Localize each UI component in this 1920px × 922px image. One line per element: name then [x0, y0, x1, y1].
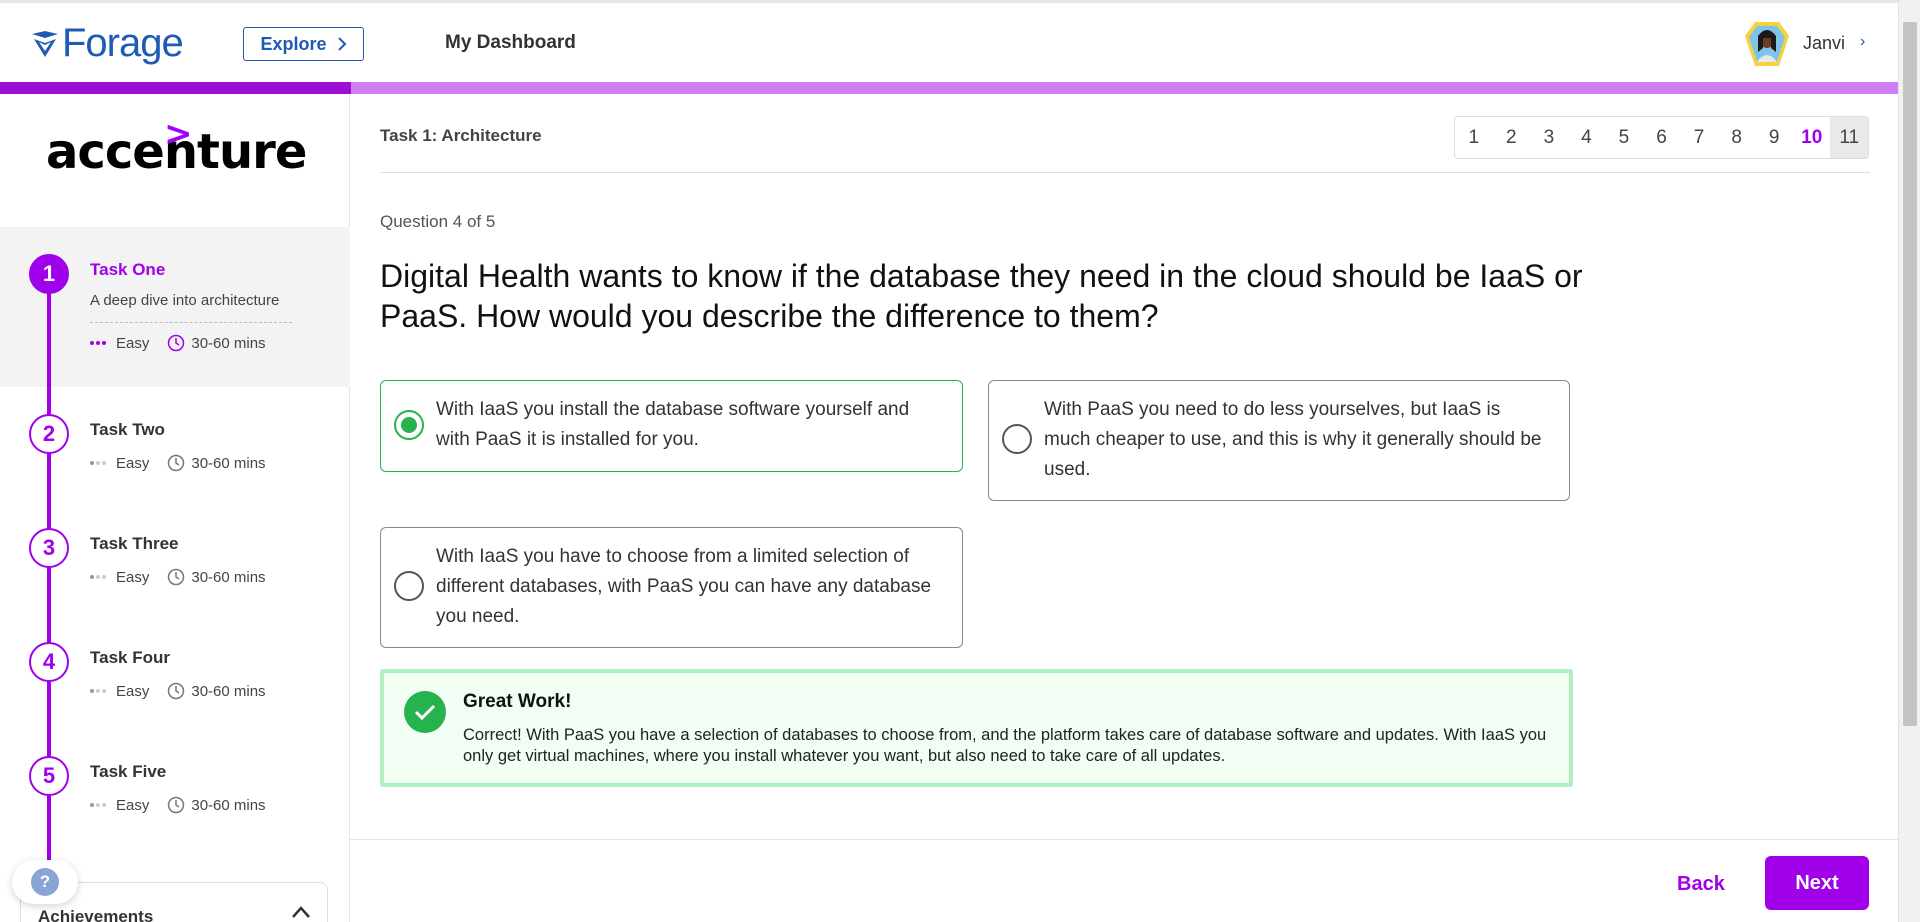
clock-icon [168, 796, 185, 814]
feedback-title: Great Work! [463, 691, 572, 712]
help-button[interactable]: ? [12, 860, 78, 904]
task-difficulty: Easy [116, 454, 150, 472]
task-title: Task Five [90, 762, 167, 781]
task-subtitle: A deep dive into architecture [90, 292, 280, 309]
task-title: Task Two [90, 420, 165, 439]
task-difficulty: Easy [116, 568, 150, 586]
page-number-4[interactable]: 4 [1568, 117, 1606, 158]
checkmark-icon [404, 691, 446, 733]
difficulty-dots-icon [90, 575, 106, 579]
question-text: Digital Health wants to know if the data… [380, 258, 1583, 334]
task-header: Task 1: Architecture [380, 126, 542, 145]
scrollbar-thumb[interactable] [1903, 22, 1917, 726]
forage-logo-text: Forage [62, 21, 184, 65]
page-number-3[interactable]: 3 [1530, 117, 1568, 158]
top-header: Forage Explore My Dashboard Janvi › [0, 0, 1898, 82]
page-number-2[interactable]: 2 [1493, 117, 1531, 158]
task-divider [90, 322, 292, 323]
task-title: Task One [90, 260, 166, 279]
task-difficulty: Easy [116, 796, 150, 814]
main-content: Task 1: Architecture 1 2 3 4 5 6 7 8 9 10 11 Quest… [350, 94, 1898, 922]
chevron-right-icon [337, 37, 346, 51]
clock-icon [168, 334, 185, 352]
answer-option-3[interactable]: With IaaS you have to choose from a limi… [380, 527, 963, 648]
task-sidebar: > accenture 1 Task One A deep dive into … [0, 94, 350, 922]
task-difficulty: Easy [116, 682, 150, 700]
page-number-11[interactable]: 11 [1830, 117, 1868, 158]
task-duration: 30-60 mins [191, 334, 266, 352]
page-number-6[interactable]: 6 [1643, 117, 1681, 158]
answer-feedback: Great Work! Correct! With PaaS you have … [380, 669, 1573, 787]
explore-label: Explore [260, 33, 327, 54]
answer-option-2[interactable]: With PaaS you need to do less yourselves… [988, 380, 1570, 501]
difficulty-dots-icon [90, 803, 106, 807]
task-meta: Easy 30-60 mins [90, 796, 266, 814]
difficulty-dots-icon [90, 461, 106, 465]
back-button[interactable]: Back [1677, 873, 1725, 896]
header-divider [380, 172, 1870, 173]
radio-button[interactable] [394, 410, 424, 440]
user-avatar[interactable] [1743, 20, 1791, 68]
page-number-8[interactable]: 8 [1718, 117, 1756, 158]
achievements-label: Achievements [38, 907, 154, 922]
company-logo: > accenture [46, 114, 307, 180]
question-pager: 1 2 3 4 5 6 7 8 9 10 11 [1454, 116, 1869, 159]
clock-icon [168, 568, 185, 586]
forage-logo-icon [32, 30, 58, 57]
task-duration: 30-60 mins [191, 796, 266, 814]
my-dashboard-link[interactable]: My Dashboard [445, 32, 576, 54]
page-number-10[interactable]: 10 [1793, 117, 1831, 158]
answer-option-1[interactable]: With IaaS you install the database softw… [380, 380, 963, 472]
difficulty-dots-icon [90, 341, 106, 345]
task-number-badge: 5 [29, 756, 69, 796]
chevron-up-icon[interactable] [291, 905, 311, 919]
explore-button[interactable]: Explore [243, 27, 364, 61]
forage-logo[interactable]: Forage [30, 21, 184, 66]
task-timeline [47, 274, 51, 904]
navigation-footer: Back Next [350, 839, 1898, 922]
task-meta: Easy 30-60 mins [90, 454, 266, 472]
question-counter: Question 4 of 5 [380, 212, 496, 231]
task-title: Task Four [90, 648, 170, 667]
question-mark-icon: ? [31, 868, 59, 896]
difficulty-dots-icon [90, 689, 106, 693]
user-menu-chevron-icon[interactable]: › [1860, 33, 1865, 51]
answer-option-text: With PaaS you need to do less yourselves… [1044, 399, 1542, 480]
clock-icon [168, 454, 185, 472]
task-number-badge: 2 [29, 414, 69, 454]
answer-option-text: With IaaS you install the database softw… [436, 399, 910, 450]
task-meta: Easy 30-60 mins [90, 682, 266, 700]
user-name[interactable]: Janvi [1803, 33, 1845, 54]
company-logo-mark: > [164, 114, 193, 154]
task-meta: Easy 30-60 mins [90, 334, 266, 352]
course-progress-fill [0, 82, 352, 94]
task-number-badge: 4 [29, 642, 69, 682]
task-difficulty: Easy [116, 334, 150, 352]
page-number-9[interactable]: 9 [1755, 117, 1793, 158]
answer-option-text: With IaaS you have to choose from a limi… [436, 546, 932, 627]
radio-button[interactable] [1002, 424, 1032, 454]
course-progress-bar [0, 82, 1898, 94]
feedback-body: Correct! With PaaS you have a selection … [463, 726, 1547, 765]
task-number-badge: 1 [29, 254, 69, 294]
next-button[interactable]: Next [1765, 856, 1869, 910]
page-scrollbar[interactable] [1898, 0, 1920, 922]
page-number-7[interactable]: 7 [1680, 117, 1718, 158]
clock-icon [168, 682, 185, 700]
task-title: Task Three [90, 534, 179, 553]
task-duration: 30-60 mins [191, 568, 266, 586]
task-duration: 30-60 mins [191, 454, 266, 472]
page-number-5[interactable]: 5 [1605, 117, 1643, 158]
task-number-badge: 3 [29, 528, 69, 568]
task-duration: 30-60 mins [191, 682, 266, 700]
task-meta: Easy 30-60 mins [90, 568, 266, 586]
page-number-1[interactable]: 1 [1455, 117, 1493, 158]
radio-button[interactable] [394, 571, 424, 601]
